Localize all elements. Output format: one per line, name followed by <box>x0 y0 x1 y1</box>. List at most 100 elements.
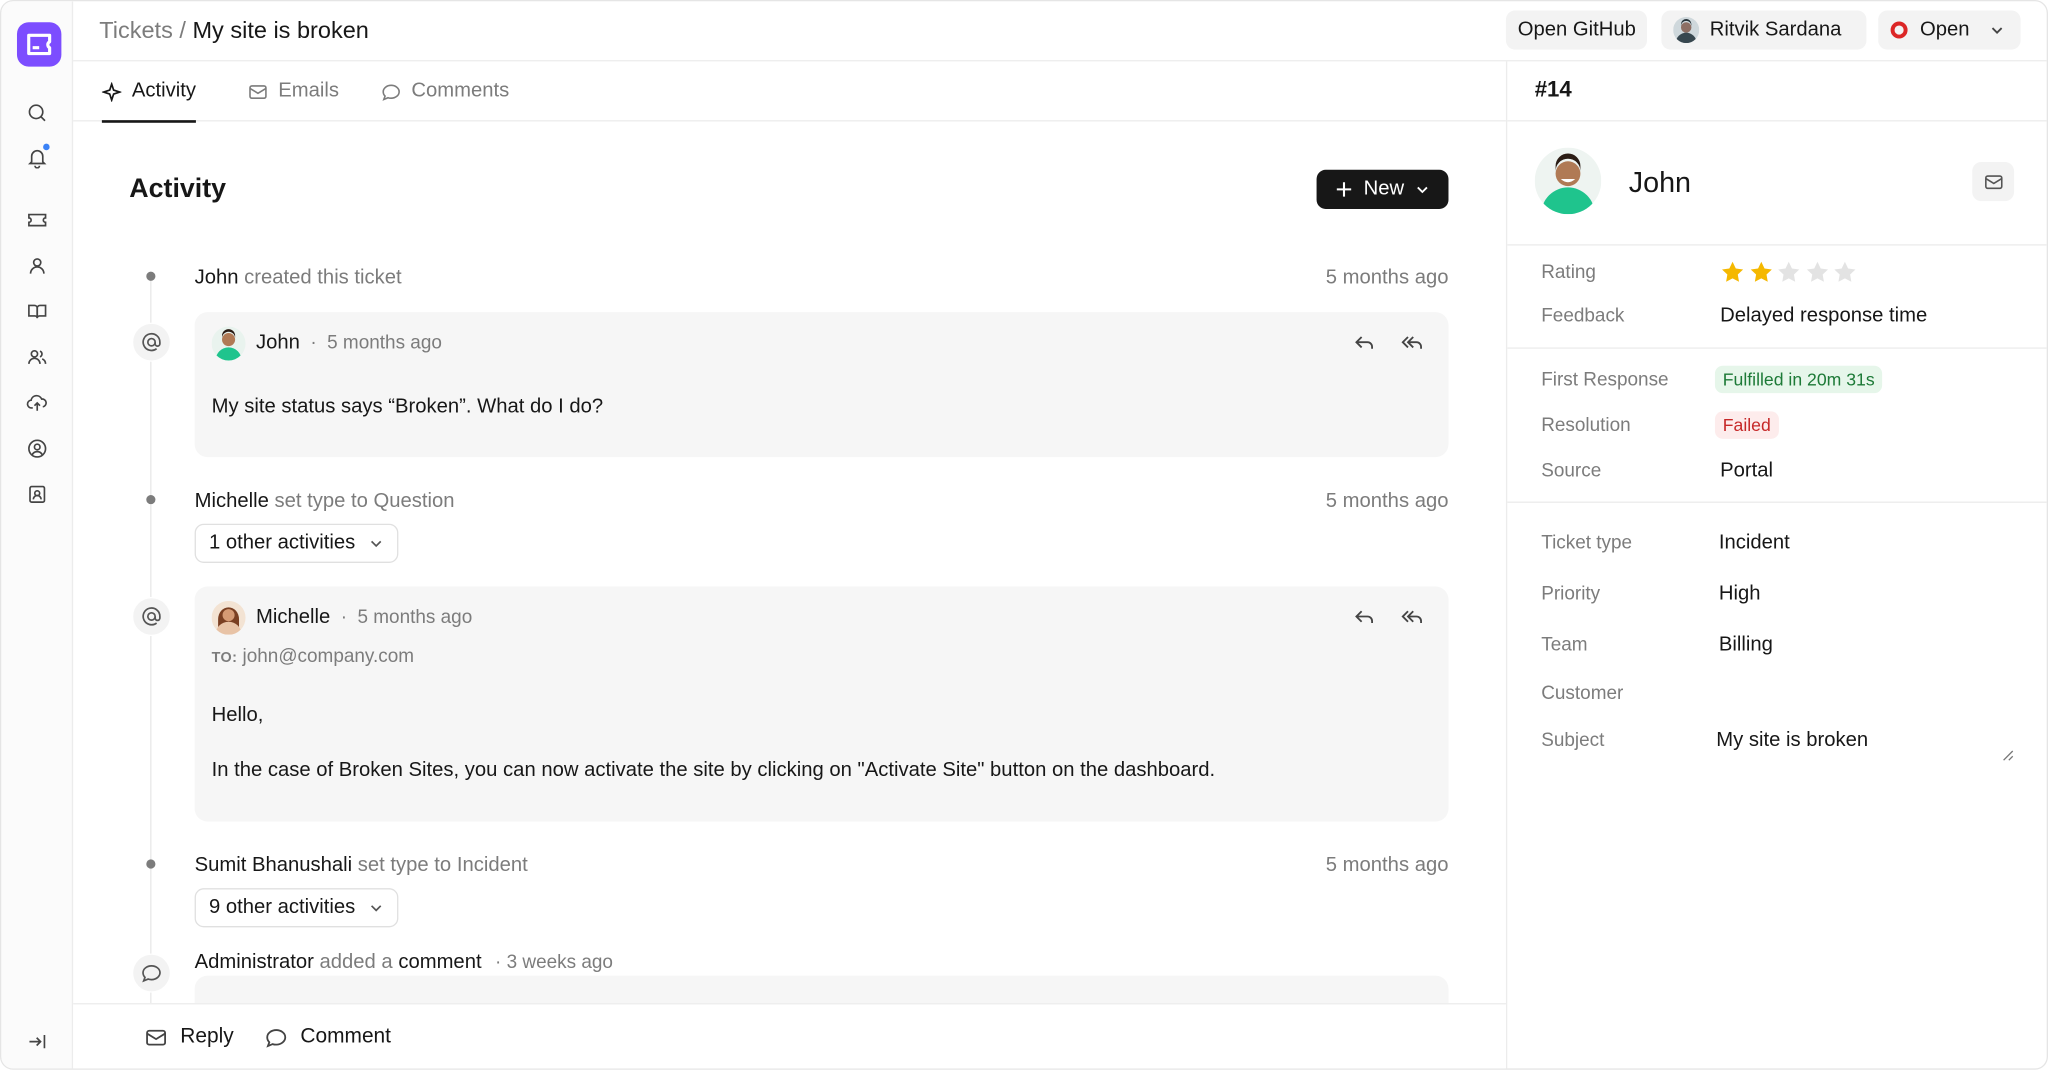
activity-event: Michelle set type to Question <box>195 490 455 514</box>
mail-icon <box>146 1029 167 1045</box>
event-action: created this ticket <box>238 266 402 289</box>
assignee-button[interactable]: Ritvik Sardana <box>1661 10 1867 50</box>
star-empty-icon[interactable] <box>1804 260 1829 285</box>
event-actor[interactable]: Michelle <box>195 490 269 512</box>
timeline-dot <box>146 495 156 505</box>
star-filled-icon[interactable] <box>1720 260 1745 285</box>
event-time: 5 months ago <box>1325 266 1449 289</box>
notifications-bell-icon[interactable] <box>24 143 50 170</box>
activity-heading: Activity <box>129 173 227 204</box>
resize-grip-icon[interactable] <box>2001 748 2014 761</box>
tab-activity[interactable]: Activity <box>101 61 197 123</box>
avatar <box>211 600 246 635</box>
dot-separator: · <box>340 607 348 629</box>
reply-all-icon[interactable] <box>1400 330 1425 355</box>
chevron-down-icon <box>370 540 382 548</box>
at-sign-icon <box>131 596 172 637</box>
email-author-name: John <box>255 331 300 354</box>
email-body: In the case of Broken Sites, you can now… <box>211 758 1216 782</box>
email-card[interactable]: Michelle · 5 months ago TO: john@company… <box>194 586 1449 822</box>
comment-card[interactable] <box>194 975 1449 1004</box>
email-card[interactable]: John · 5 months ago My site status says … <box>194 312 1449 458</box>
event-object: comment <box>398 950 482 974</box>
customer-select[interactable] <box>1719 682 2006 708</box>
email-author: John · 5 months ago <box>211 326 442 361</box>
breadcrumb-tickets-link[interactable]: Tickets <box>99 17 173 43</box>
feedback-label: Feedback <box>1541 305 1625 327</box>
other-activities-label: 1 other activities <box>208 531 356 554</box>
email-actions <box>1352 330 1425 355</box>
status-dropdown[interactable]: Open <box>1878 10 2021 50</box>
tab-comments-label: Comments <box>411 79 510 102</box>
star-empty-icon[interactable] <box>1832 260 1857 285</box>
reply-icon[interactable] <box>1352 605 1377 630</box>
tickets-icon[interactable] <box>24 206 50 232</box>
ticket-type-select[interactable]: Incident <box>1719 532 1790 556</box>
email-author: Michelle · 5 months ago <box>211 600 472 635</box>
agents-person-icon[interactable] <box>24 252 50 278</box>
reply-all-icon[interactable] <box>1400 605 1425 630</box>
tab-comments[interactable]: Comments <box>381 61 509 121</box>
team-select[interactable]: Billing <box>1719 633 1773 657</box>
other-activities-toggle[interactable]: 9 other activities <box>194 888 399 928</box>
ticket-logo-icon <box>27 33 52 56</box>
ticket-id: #14 <box>1534 77 1572 102</box>
to-label: TO: <box>211 650 238 667</box>
contact-name: John <box>1628 165 1692 199</box>
top-header: Tickets / My site is broken Open GitHub … <box>73 1 2047 62</box>
open-github-label: Open GitHub <box>1517 18 1636 41</box>
sidebar <box>1 1 74 1069</box>
activity-event: Sumit Bhanushali set type to Incident <box>195 854 528 878</box>
email-author-name: Michelle <box>255 606 331 629</box>
event-action: set type to Incident <box>352 854 528 877</box>
priority-select[interactable]: High <box>1719 583 1761 607</box>
reply-button[interactable]: Reply <box>145 1025 234 1049</box>
ticket-details-panel: #14 John Rating Feedback Delayed respons… <box>1507 61 2047 1068</box>
email-recipient: TO: john@company.com <box>212 647 414 668</box>
other-activities-label: 9 other activities <box>208 895 356 919</box>
comment-button[interactable]: Comment <box>265 1025 391 1049</box>
subject-textarea[interactable]: My site is broken <box>1716 714 2014 761</box>
reply-icon[interactable] <box>1352 330 1377 355</box>
at-sign-icon <box>131 322 172 362</box>
other-activities-toggle[interactable]: 1 other activities <box>194 523 399 563</box>
event-actor[interactable]: Sumit Bhanushali <box>195 854 353 876</box>
divider <box>1507 244 2047 246</box>
activity-event: Administrator added a comment · 3 weeks … <box>195 951 613 975</box>
new-activity-button[interactable]: New <box>1316 169 1449 209</box>
tab-emails[interactable]: Emails <box>248 61 339 121</box>
search-icon[interactable] <box>24 99 50 125</box>
knowledge-base-book-icon[interactable] <box>24 298 50 324</box>
breadcrumb: Tickets / My site is broken <box>99 17 369 44</box>
star-empty-icon[interactable] <box>1776 260 1801 285</box>
comment-bubble-icon <box>131 953 172 993</box>
open-github-button[interactable]: Open GitHub <box>1505 10 1648 50</box>
expand-sidebar-icon[interactable] <box>24 1028 50 1054</box>
customers-id-badge-icon[interactable] <box>24 481 50 507</box>
chevron-down-icon <box>1991 27 2003 34</box>
event-action: set type to Question <box>268 489 455 512</box>
contacts-circle-user-icon[interactable] <box>24 435 50 461</box>
app-logo[interactable] <box>16 22 62 67</box>
event-time: 5 months ago <box>1325 854 1449 877</box>
activity-feed: Activity New John created this ticket 5 … <box>73 121 1506 1004</box>
rating-stars <box>1720 260 1860 291</box>
send-email-button[interactable] <box>1972 161 2015 202</box>
cloud-sync-icon[interactable] <box>24 389 50 415</box>
mail-icon <box>1984 174 2002 189</box>
comment-label: Comment <box>300 1025 391 1048</box>
dot-separator: · <box>310 333 317 354</box>
contact-avatar <box>1534 147 1602 215</box>
subject-value: My site is broken <box>1716 728 1869 752</box>
divider <box>1507 120 2047 122</box>
chevron-down-icon <box>370 905 382 912</box>
first-response-badge: Fulfilled in 20m 31s <box>1714 365 1883 394</box>
mail-icon <box>249 84 267 99</box>
event-actor[interactable]: John <box>195 266 239 288</box>
star-filled-icon[interactable] <box>1748 260 1773 285</box>
event-time: 5 months ago <box>1325 489 1449 512</box>
notification-dot <box>43 143 50 151</box>
divider <box>1507 347 2047 349</box>
teams-people-icon[interactable] <box>24 344 50 370</box>
event-actor[interactable]: Administrator <box>195 951 314 973</box>
